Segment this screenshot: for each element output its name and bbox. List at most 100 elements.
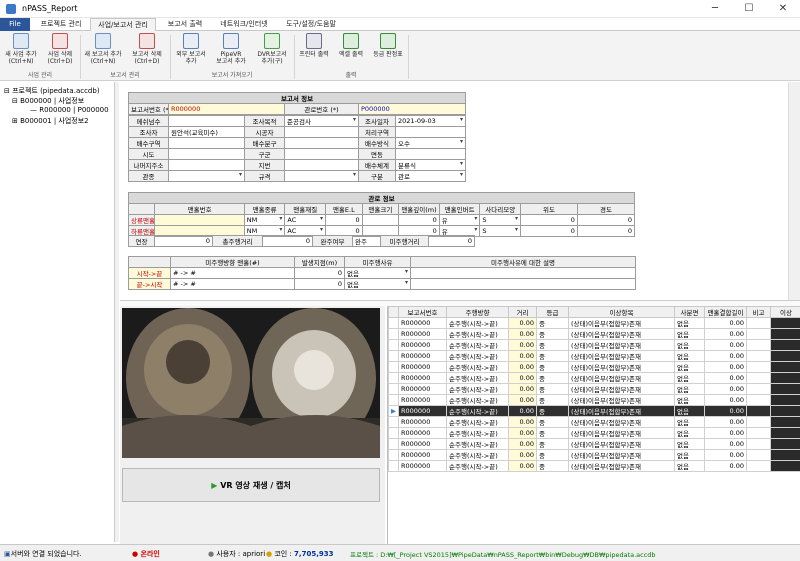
drain-method-select[interactable]: 오수: [395, 137, 466, 149]
contractor-field[interactable]: [284, 126, 359, 138]
quadrant-cell[interactable]: 없음: [674, 372, 705, 384]
quadrant-cell[interactable]: 없음: [674, 339, 705, 351]
joint-length-cell[interactable]: 0.00: [704, 350, 747, 362]
defect-image-cell[interactable]: [770, 372, 800, 384]
joint-length-cell[interactable]: 0.00: [704, 405, 747, 417]
report-no-cell[interactable]: R000000: [398, 394, 447, 406]
row-header[interactable]: [388, 339, 399, 351]
report-no-cell[interactable]: R000000: [398, 405, 447, 417]
tab-tools[interactable]: 도구/설정/도움말: [278, 18, 344, 31]
quadrant-cell[interactable]: 없음: [674, 350, 705, 362]
grade-cell[interactable]: 중: [536, 427, 569, 439]
note-cell[interactable]: [746, 394, 771, 406]
note-cell[interactable]: [746, 361, 771, 373]
grade-cell[interactable]: 중: [536, 339, 569, 351]
grade-cell[interactable]: 중: [536, 372, 569, 384]
direction-cell[interactable]: 순주행(시작->끝): [446, 328, 509, 340]
row-header[interactable]: [388, 427, 399, 439]
forward-manhole-field[interactable]: # -> #: [170, 267, 295, 279]
direction-cell[interactable]: 순주행(시작->끝): [446, 449, 509, 461]
defect-cell[interactable]: (상태)이음부(접합부)존재: [568, 427, 675, 439]
grade-cell[interactable]: 중: [536, 449, 569, 461]
vr-play-capture-button[interactable]: ▶ VR 영상 재생 / 캡처: [122, 468, 380, 502]
table-row[interactable]: R000000 순주행(시작->끝) 0.00 중 (상태)이음부(접합부)존재 없음 0.…: [388, 394, 800, 406]
col-quadrant[interactable]: 사분면: [674, 306, 705, 318]
upstream-lat-field[interactable]: 0: [520, 214, 578, 226]
direction-cell[interactable]: 순주행(시작->끝): [446, 438, 509, 450]
new-report-button[interactable]: 새 보고서 추가 (Ctrl+N): [82, 33, 124, 69]
report-no-cell[interactable]: R000000: [398, 383, 447, 395]
quadrant-cell[interactable]: 없음: [674, 383, 705, 395]
report-no-cell[interactable]: R000000: [398, 416, 447, 428]
table-row[interactable]: R000000 순주행(시작->끝) 0.00 중 (상태)이음부(접합부)존재 없음 0.…: [388, 449, 800, 461]
grade-cell[interactable]: 중: [536, 405, 569, 417]
defect-image-cell[interactable]: [770, 405, 800, 417]
spec-select[interactable]: [284, 170, 359, 182]
table-row[interactable]: R000000 순주행(시작->끝) 0.00 중 (상태)이음부(접합부)존재 없음 0.…: [388, 427, 800, 439]
extent-field[interactable]: 0: [154, 235, 213, 247]
table-row[interactable]: R000000 순주행(시작->끝) 0.00 중 (상태)이음부(접합부)존재 없음 0.…: [388, 460, 800, 472]
grade-cell[interactable]: 중: [536, 383, 569, 395]
note-cell[interactable]: [746, 427, 771, 439]
downstream-lon-field[interactable]: 0: [576, 225, 636, 237]
upstream-ladder-select[interactable]: S: [479, 214, 522, 226]
distance-cell[interactable]: 0.00: [508, 460, 537, 472]
direction-cell[interactable]: 순주행(시작->끝): [446, 317, 509, 329]
drain-sub-field[interactable]: [284, 137, 359, 149]
distance-cell[interactable]: 0.00: [508, 438, 537, 450]
defect-image-cell[interactable]: [770, 427, 800, 439]
report-no-cell[interactable]: R000000: [398, 361, 447, 373]
defect-cell[interactable]: (상태)이음부(접합부)존재: [568, 394, 675, 406]
grade-cell[interactable]: 중: [536, 394, 569, 406]
import-external-report-button[interactable]: 외부 보고서 추가: [172, 33, 210, 69]
quadrant-cell[interactable]: 없음: [674, 438, 705, 450]
report-no-cell[interactable]: R000000: [398, 328, 447, 340]
defect-cell[interactable]: (상태)이음부(접합부)존재: [568, 405, 675, 417]
table-row[interactable]: R000000 순주행(시작->끝) 0.00 중 (상태)이음부(접합부)존재 없음 0.…: [388, 438, 800, 450]
upstream-size-field[interactable]: [361, 214, 400, 226]
report-no-cell[interactable]: R000000: [398, 350, 447, 362]
defect-image-cell[interactable]: [770, 350, 800, 362]
defect-image-cell[interactable]: [770, 416, 800, 428]
row-header[interactable]: [388, 350, 399, 362]
distance-cell[interactable]: 0.00: [508, 372, 537, 384]
video-frame[interactable]: [122, 308, 380, 458]
pipe-no-field[interactable]: P000000: [357, 103, 467, 115]
note-cell[interactable]: [746, 438, 771, 450]
vertical-splitter[interactable]: [115, 82, 119, 542]
grade-cell[interactable]: 중: [536, 460, 569, 472]
forward-desc-field[interactable]: [410, 267, 636, 279]
note-cell[interactable]: [746, 405, 771, 417]
distance-cell[interactable]: 0.00: [508, 394, 537, 406]
delete-business-button[interactable]: 사업 삭제 (Ctrl+D): [42, 33, 78, 69]
joint-length-cell[interactable]: 0.00: [704, 361, 747, 373]
tab-business-report[interactable]: 사업/보고서 관리: [90, 18, 156, 31]
incomplete-distance-field[interactable]: 0: [428, 235, 475, 247]
quadrant-cell[interactable]: 없음: [674, 416, 705, 428]
upstream-invert-select[interactable]: 유: [438, 214, 481, 226]
defect-cell[interactable]: (상태)이음부(접합부)존재: [568, 350, 675, 362]
table-row[interactable]: R000000 순주행(시작->끝) 0.00 중 (상태)이음부(접합부)존재 없음 0.…: [388, 372, 800, 384]
tab-file[interactable]: File: [0, 18, 30, 31]
table-row[interactable]: R000000 순주행(시작->끝) 0.00 중 (상태)이음부(접합부)존재 없음 0.…: [388, 350, 800, 362]
tab-report-output[interactable]: 보고서 출력: [160, 18, 210, 31]
defect-image-cell[interactable]: [770, 460, 800, 472]
direction-cell[interactable]: 순주행(시작->끝): [446, 405, 509, 417]
downstream-ladder-select[interactable]: S: [479, 225, 522, 237]
direction-cell[interactable]: 순주행(시작->끝): [446, 427, 509, 439]
forward-position-field[interactable]: 0: [294, 267, 345, 279]
direction-cell[interactable]: 순주행(시작->끝): [446, 339, 509, 351]
note-cell[interactable]: [746, 460, 771, 472]
city-field[interactable]: [168, 148, 245, 160]
quadrant-cell[interactable]: 없음: [674, 449, 705, 461]
direction-cell[interactable]: 순주행(시작->끝): [446, 394, 509, 406]
direction-cell[interactable]: 순주행(시작->끝): [446, 361, 509, 373]
lot-field[interactable]: [284, 159, 359, 171]
section-select[interactable]: 관로: [395, 170, 466, 182]
note-cell[interactable]: [746, 383, 771, 395]
defect-image-cell[interactable]: [770, 328, 800, 340]
report-no-cell[interactable]: R000000: [398, 460, 447, 472]
report-no-cell[interactable]: R000000: [398, 449, 447, 461]
note-cell[interactable]: [746, 372, 771, 384]
date-picker[interactable]: 2021-09-03: [395, 115, 466, 127]
